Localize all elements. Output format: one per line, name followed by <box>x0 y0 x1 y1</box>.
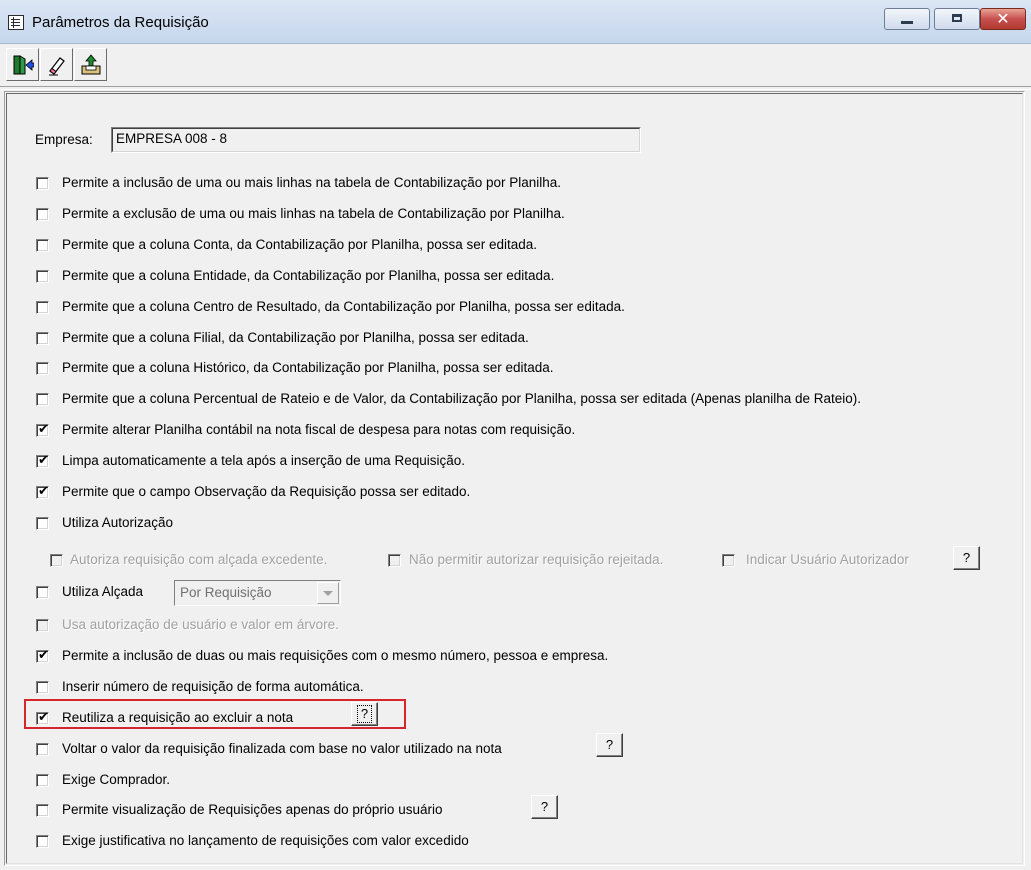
checkbox[interactable] <box>36 238 49 252</box>
highlight-box <box>24 699 406 729</box>
checkbox[interactable] <box>36 207 49 221</box>
option-label: Permite a inclusão de uma ou mais linhas… <box>62 175 562 190</box>
checkmark-icon: ✔ <box>38 422 49 438</box>
checkbox[interactable] <box>36 619 49 632</box>
checkbox[interactable] <box>36 773 49 787</box>
checkbox[interactable] <box>388 554 401 567</box>
toolbar-separator <box>0 86 1031 90</box>
checkbox-checked[interactable]: ✔ <box>36 453 49 469</box>
eraser-icon <box>49 57 65 76</box>
requisition-parameters-window: Parâmetros da Requisição ✕ Empresa: EMPR… <box>0 0 1031 870</box>
option-label: Permite que a coluna Percentual de Ratei… <box>62 391 862 407</box>
option-label: Permite que a coluna Filial, da Contabil… <box>62 329 529 345</box>
checkbox[interactable] <box>50 554 63 567</box>
chevron-down-icon[interactable] <box>317 582 339 604</box>
checkbox[interactable] <box>36 177 49 190</box>
checkbox[interactable] <box>36 393 49 407</box>
window-title: Parâmetros da Requisição <box>32 14 209 31</box>
option-label: Permite que a coluna Entidade, da Contab… <box>62 267 555 283</box>
title-bar[interactable]: Parâmetros da Requisição ✕ <box>0 0 1031 44</box>
alcada-select[interactable]: Por Requisição <box>174 580 341 606</box>
checkbox-checked[interactable]: ✔ <box>36 484 49 499</box>
option-label: Permite a exclusão de uma ou mais linhas… <box>62 205 565 221</box>
autorizador-help-button[interactable]: ? <box>953 546 980 570</box>
checkbox[interactable] <box>36 586 49 599</box>
option-label: Permite a inclusão de duas ou mais requi… <box>62 647 609 663</box>
option-label: Permite visualização de Requisições apen… <box>62 802 443 818</box>
option-label: Exige justificativa no lançamento de req… <box>62 833 469 849</box>
form-window-icon <box>8 15 24 30</box>
maximize-icon <box>952 14 962 22</box>
option-label: Permite que o campo Observação da Requis… <box>62 484 471 499</box>
option-label: Utiliza Autorização <box>62 514 174 530</box>
checkbox[interactable] <box>36 331 49 345</box>
option-label: Permite alterar Planilha contábil na not… <box>62 422 576 438</box>
clear-button[interactable] <box>40 48 73 81</box>
option-label: Inserir número de requisição de forma au… <box>62 678 364 694</box>
voltar-valor-help-button[interactable]: ? <box>596 733 623 757</box>
minimize-button[interactable] <box>884 8 930 30</box>
save-tray-icon <box>81 54 101 75</box>
option-label: Permite que a coluna Histórico, da Conta… <box>62 360 554 376</box>
maximize-button[interactable] <box>934 8 980 30</box>
option-label: Limpa automaticamente a tela após a inse… <box>62 453 465 469</box>
checkmark-icon: ✔ <box>38 453 49 469</box>
option-label: Permite que a coluna Conta, da Contabili… <box>62 236 538 252</box>
save-button[interactable] <box>74 48 107 81</box>
alcada-select-value: Por Requisição <box>180 585 272 600</box>
exit-button[interactable] <box>6 48 39 81</box>
checkbox[interactable] <box>36 680 49 694</box>
exit-door-icon <box>13 55 34 75</box>
checkmark-icon: ✔ <box>38 647 49 663</box>
checkbox-checked[interactable]: ✔ <box>36 422 49 438</box>
option-label: Exige Comprador. <box>62 771 171 787</box>
checkbox[interactable] <box>36 804 49 818</box>
checkbox[interactable] <box>36 362 49 376</box>
empresa-label: Empresa: <box>35 132 93 147</box>
checkbox[interactable] <box>36 835 49 849</box>
checkbox[interactable] <box>722 554 735 567</box>
option-label: Permite que a coluna Centro de Resultado… <box>62 298 625 314</box>
visualizacao-help-button[interactable]: ? <box>531 795 558 819</box>
checkbox[interactable] <box>36 742 49 756</box>
option-label: Usa autorização de usuário e valor em ár… <box>62 617 339 632</box>
checkbox[interactable] <box>36 516 49 530</box>
option-label: Voltar o valor da requisição finalizada … <box>62 740 502 756</box>
minimize-icon <box>901 21 913 24</box>
empresa-field[interactable]: EMPRESA 008 - 8 <box>111 127 641 153</box>
close-icon: ✕ <box>996 9 1010 28</box>
close-button[interactable]: ✕ <box>980 8 1026 30</box>
checkbox-checked[interactable]: ✔ <box>36 647 49 663</box>
checkbox[interactable] <box>36 300 49 314</box>
checkbox[interactable] <box>36 269 49 283</box>
toolbar <box>4 45 144 85</box>
checkmark-icon: ✔ <box>38 484 49 499</box>
